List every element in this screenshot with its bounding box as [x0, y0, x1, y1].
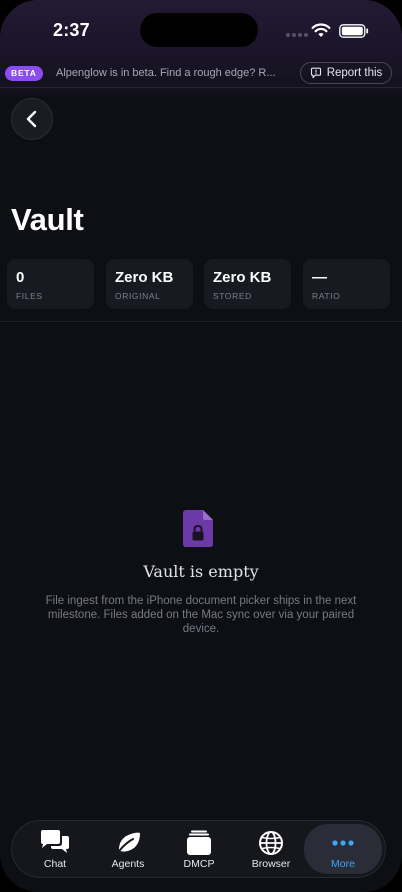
- stats-row: 0 FILES Zero KB ORIGINAL Zero KB STORED …: [7, 259, 391, 309]
- dynamic-island: [140, 13, 258, 47]
- status-bar: 2:37: [0, 0, 402, 58]
- stat-value: Zero KB: [213, 269, 272, 286]
- more-icon: [332, 840, 354, 846]
- globe-icon: [259, 831, 283, 855]
- beta-banner: BETA Alpenglow is in beta. Find a rough …: [0, 60, 402, 88]
- divider: [0, 321, 402, 322]
- stat-label: RATIO: [312, 291, 341, 301]
- empty-state-description: File ingest from the iPhone document pic…: [45, 595, 357, 635]
- tab-label: More: [331, 858, 355, 870]
- stat-label: ORIGINAL: [115, 291, 161, 301]
- cellular-signal-icon: [286, 33, 308, 37]
- tab-label: Chat: [43, 858, 67, 870]
- tab-agents[interactable]: Agents: [91, 821, 165, 877]
- phone-screen: 2:37 BETA Alpenglow is in beta. Find a r…: [0, 0, 402, 892]
- stat-card-ratio: — RATIO: [303, 259, 390, 309]
- beta-badge: BETA: [5, 66, 43, 81]
- tab-browser[interactable]: Browser: [234, 821, 308, 877]
- locked-file-icon: [183, 510, 213, 547]
- tab-label: Browser: [251, 858, 291, 870]
- tab-label: DMCP: [183, 858, 215, 870]
- feedback-icon: [310, 67, 321, 79]
- page-title: Vault: [11, 202, 84, 237]
- stat-value: —: [312, 269, 327, 286]
- tab-label: Agents: [111, 858, 145, 870]
- battery-icon: [339, 24, 369, 38]
- empty-state-title: Vault is empty: [143, 562, 259, 581]
- wifi-icon: [311, 23, 331, 37]
- back-button[interactable]: [11, 98, 53, 140]
- leaf-icon: [116, 832, 140, 855]
- tab-chat[interactable]: Chat: [18, 821, 92, 877]
- chevron-left-icon: [26, 110, 37, 128]
- chat-icon: [41, 830, 69, 853]
- report-button[interactable]: Report this: [300, 62, 392, 84]
- stat-value: Zero KB: [115, 269, 174, 286]
- stat-label: FILES: [16, 291, 43, 301]
- stat-card-original: Zero KB ORIGINAL: [106, 259, 193, 309]
- tab-dmcp[interactable]: DMCP: [162, 821, 236, 877]
- stack-icon: [187, 830, 211, 855]
- status-time: 2:37: [53, 20, 90, 40]
- stat-label: STORED: [213, 291, 252, 301]
- stat-value: 0: [16, 269, 25, 286]
- beta-message[interactable]: Alpenglow is in beta. Find a rough edge?…: [56, 67, 278, 79]
- stat-card-files: 0 FILES: [7, 259, 94, 309]
- tab-more[interactable]: More: [304, 824, 382, 874]
- report-button-label: Report this: [326, 67, 383, 79]
- tab-bar: Chat Agents DMCP Browser More: [11, 820, 386, 878]
- stat-card-stored: Zero KB STORED: [204, 259, 291, 309]
